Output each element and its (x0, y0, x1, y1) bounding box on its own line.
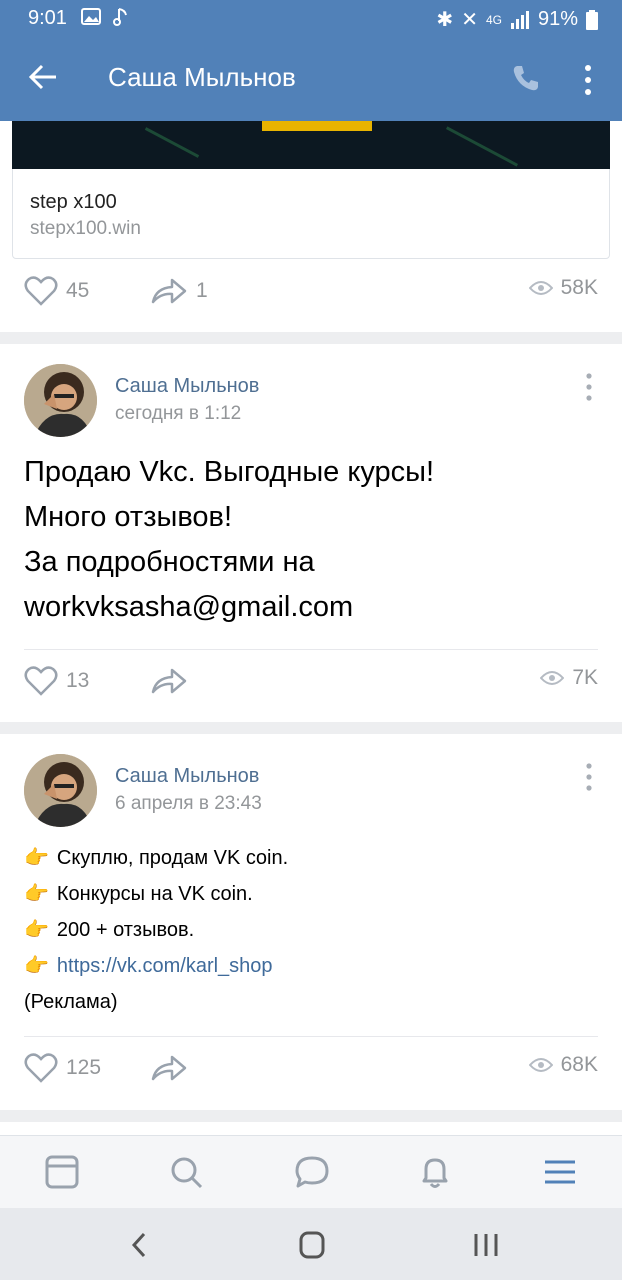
ad-label: (Реклама) (24, 991, 118, 1013)
list-item: (Реклама) (24, 984, 288, 1020)
avatar[interactable] (24, 364, 97, 437)
news-feed-icon[interactable] (44, 1154, 80, 1190)
link-image (12, 121, 610, 169)
like-count: 13 (66, 669, 90, 692)
mute-icon: ✕ (461, 9, 478, 31)
battery-icon (586, 9, 598, 30)
eye-icon (528, 281, 553, 295)
post-date[interactable]: 6 апреля в 23:43 (115, 793, 262, 815)
battery-percent: 91% (537, 8, 578, 30)
share-icon (151, 668, 187, 694)
views-count: 58K (560, 276, 598, 299)
vk-wall-screen: 9:01 ✱ ✕ 4G 91% Саша Мыльнов step x100 s… (0, 0, 622, 1280)
views-count: 68K (560, 1053, 598, 1076)
views-count: 7K (572, 666, 598, 689)
music-note-icon (113, 8, 127, 26)
views: 7K (540, 666, 598, 690)
post-date[interactable]: сегодня в 1:12 (115, 403, 241, 425)
link-title[interactable]: step x100 (30, 191, 117, 214)
list-item: 👉 Скуплю, продам VK coin. (24, 840, 288, 876)
list-item-text: 200 + отзывов. (56, 919, 195, 941)
list-item: 👉 200 + отзывов. (24, 912, 288, 948)
list-item-text: Конкурсы на VK coin. (56, 883, 253, 905)
post-text: Продаю Vkc. Выгодные курсы! Много отзыво… (24, 456, 435, 623)
like-button[interactable]: 45 (24, 276, 89, 306)
status-left-icons (80, 6, 130, 28)
bottom-tab-bar (0, 1135, 622, 1208)
post-menu-icon[interactable] (584, 763, 594, 791)
like-button[interactable]: 125 (24, 1053, 101, 1083)
post-menu-icon[interactable] (584, 373, 594, 401)
system-back-icon[interactable] (122, 1230, 158, 1260)
status-bar: 9:01 ✱ ✕ 4G 91% (0, 0, 622, 38)
heart-icon (24, 666, 58, 696)
signal-icon (510, 10, 529, 29)
share-button[interactable] (150, 666, 188, 696)
views: 68K (528, 1053, 598, 1077)
share-icon (151, 1055, 187, 1081)
like-count: 45 (66, 279, 90, 302)
search-icon[interactable] (168, 1154, 204, 1190)
share-icon (151, 278, 187, 304)
system-home-icon[interactable] (294, 1230, 330, 1260)
like-count: 125 (66, 1056, 102, 1079)
avatar-photo (24, 754, 97, 827)
system-recents-icon[interactable] (468, 1230, 504, 1260)
bluetooth-icon: ✱ (436, 9, 454, 31)
views: 58K (528, 276, 598, 300)
pointing-hand-icon: 👉 (24, 919, 49, 941)
list-item-text: Скуплю, продам VK coin. (56, 847, 289, 869)
gallery-icon (81, 8, 101, 25)
divider (24, 1036, 598, 1037)
share-button[interactable]: 1 (150, 276, 208, 306)
post-card: Саша Мыльнов 6 апреля в 23:43 👉 Скуплю, … (0, 734, 622, 1110)
post-author[interactable]: Саша Мыльнов (115, 765, 259, 788)
notifications-icon[interactable] (417, 1154, 453, 1190)
like-button[interactable]: 13 (24, 666, 89, 696)
pointing-hand-icon: 👉 (24, 883, 49, 905)
system-nav-bar (0, 1208, 622, 1280)
eye-icon (540, 671, 565, 685)
divider (24, 649, 598, 650)
post-card: Саша Мыльнов сегодня в 1:12 Продаю Vkc. … (0, 344, 622, 722)
post-actions: 125 68K (0, 1053, 622, 1093)
share-count: 1 (196, 279, 208, 302)
heart-icon (24, 1053, 58, 1083)
post-actions: 13 7K (0, 666, 622, 706)
post-author[interactable]: Саша Мыльнов (115, 375, 259, 398)
messages-icon[interactable] (294, 1154, 330, 1190)
status-right-icons: ✱ ✕ 4G 91% (436, 7, 598, 32)
shop-link[interactable]: https://vk.com/karl_shop (57, 948, 273, 984)
status-time: 9:01 (28, 7, 67, 29)
app-header: 9:01 ✱ ✕ 4G 91% Саша Мыльнов (0, 0, 622, 121)
link-url[interactable]: stepx100.win (30, 218, 141, 240)
share-button[interactable] (150, 1053, 188, 1083)
post-actions: 45 1 58K (0, 276, 622, 316)
post-card: step x100 stepx100.win 45 1 58K (0, 121, 622, 332)
avatar[interactable] (24, 754, 97, 827)
menu-icon[interactable] (542, 1154, 578, 1190)
back-arrow-icon[interactable] (26, 60, 60, 94)
list-item: 👉 Конкурсы на VK coin. (24, 876, 288, 912)
pointing-hand-icon: 👉 (24, 847, 49, 869)
pointing-hand-icon: 👉 (24, 955, 49, 977)
network-type: 4G (485, 12, 502, 27)
heart-icon (24, 276, 58, 306)
list-item: 👉 https://vk.com/karl_shop (24, 948, 288, 984)
page-title: Саша Мыльнов (108, 62, 296, 92)
phone-icon[interactable] (510, 62, 542, 94)
post-text: 👉 Скуплю, продам VK coin. 👉 Конкурсы на … (24, 840, 288, 1020)
more-options-icon[interactable] (580, 64, 596, 96)
avatar-photo (24, 364, 97, 437)
eye-icon (528, 1058, 553, 1072)
